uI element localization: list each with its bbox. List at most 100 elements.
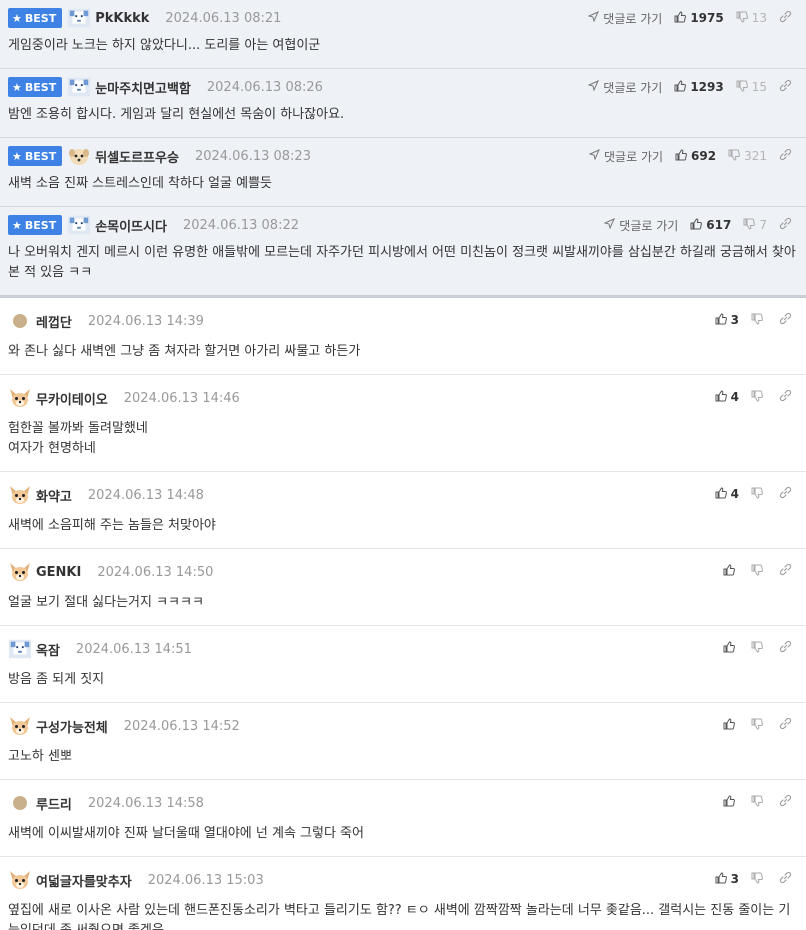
avatar-dot-avatar[interactable] [8,309,32,333]
link-button[interactable] [779,563,796,579]
goto-comment-button[interactable]: 댓글로 가기 [603,217,678,234]
avatar-pixel-avatar[interactable] [67,213,91,237]
best-label: BEST [24,149,57,163]
best-badge: ★ BEST [8,215,63,235]
avatar-chihuahua-avatar[interactable] [8,483,32,507]
downvote-button[interactable] [751,313,767,328]
upvote-button[interactable] [723,794,739,810]
goto-comment-button[interactable]: 댓글로 가기 [587,79,662,96]
star-icon: ★ [12,218,22,232]
thumbs-up-icon [723,563,739,579]
thumbs-up-icon [723,717,739,733]
nickname[interactable]: 뒤셀도르프우승 [95,147,179,166]
avatar-chihuahua-avatar[interactable] [8,386,32,410]
link-icon [779,148,796,164]
avatar-chihuahua-avatar[interactable] [8,560,32,584]
avatar-dog-avatar[interactable] [67,144,91,168]
arrow-icon [587,80,603,94]
avatar-pixel-avatar[interactable] [67,75,91,99]
comment-text: 얼굴 보기 절대 싫다는거지 ㅋㅋㅋㅋ [8,595,204,610]
comment-text: 옆집에 새로 이사온 사람 있는데 핸드폰진동소리가 벽타고 들리기도 함?? … [8,903,791,930]
nickname[interactable]: PkKkkk [95,11,149,26]
link-button[interactable] [779,148,796,164]
nickname[interactable]: 눈마주치면고백함 [95,78,191,97]
thumbs-up-icon [675,148,691,164]
thumbs-down-icon [751,872,767,887]
downvote-count: 13 [751,11,767,25]
link-button[interactable] [779,312,796,328]
link-button[interactable] [779,794,796,810]
best-label: BEST [24,11,57,25]
upvote-button[interactable] [723,563,739,579]
link-button[interactable] [779,79,796,95]
downvote-button[interactable] [751,390,767,405]
downvote-button[interactable] [751,795,767,810]
nickname[interactable]: 화약고 [36,486,72,505]
downvote-button[interactable]: 13 [736,11,767,26]
goto-comment-button[interactable]: 댓글로 가기 [587,10,662,27]
thumbs-up-icon [690,217,706,233]
downvote-button[interactable]: 321 [728,149,767,164]
upvote-button[interactable] [723,717,739,733]
nickname[interactable]: GENKI [36,565,81,580]
avatar-chihuahua-avatar[interactable] [8,868,32,892]
downvote-button[interactable] [751,564,767,579]
link-button[interactable] [779,486,796,502]
thumbs-up-icon [674,10,690,26]
link-button[interactable] [779,10,796,26]
comment-text: 험한꼴 볼까봐 돌려말했네 여자가 현명하네 [8,421,148,456]
upvote-button[interactable]: 1975 [674,10,724,26]
comment-date: 2024.06.13 08:22 [182,217,299,233]
downvote-button[interactable] [751,872,767,887]
comment-date: 2024.06.13 14:46 [123,390,240,406]
upvote-button[interactable]: 617 [690,217,731,233]
link-icon [779,717,796,733]
comment: 옥잠 2024.06.13 14:51 방음 좀 되게 짓지 [0,626,806,703]
downvote-button[interactable]: 15 [736,80,767,95]
arrow-icon [588,149,604,163]
link-button[interactable] [779,871,796,887]
upvote-button[interactable]: 1293 [674,79,724,95]
nickname[interactable]: 손목이뜨시다 [95,216,167,235]
star-icon: ★ [12,80,22,94]
nickname[interactable]: 루드리 [36,794,72,813]
upvote-button[interactable]: 4 [715,389,739,405]
upvote-button[interactable]: 3 [715,312,739,328]
thumbs-up-icon [715,486,731,502]
upvote-button[interactable]: 3 [715,871,739,887]
nickname[interactable]: 구성가능전체 [36,717,108,736]
downvote-button[interactable] [751,487,767,502]
comment: GENKI 2024.06.13 14:50 얼굴 보기 절대 싫다는거지 ㅋㅋㅋㅋ [0,549,806,626]
avatar-pixel-avatar[interactable] [67,6,91,30]
thumbs-up-icon [723,640,739,656]
avatar-pixel-avatar[interactable] [8,637,32,661]
link-icon [779,217,796,233]
star-icon: ★ [12,149,22,163]
nickname[interactable]: 여덟글자를맞추자 [36,871,132,890]
goto-label: 댓글로 가기 [604,149,664,164]
upvote-count: 692 [691,149,717,163]
downvote-button[interactable] [751,641,767,656]
downvote-button[interactable]: 7 [743,218,767,233]
upvote-button[interactable] [723,640,739,656]
link-icon [779,79,796,95]
downvote-button[interactable] [751,718,767,733]
nickname[interactable]: 옥잠 [36,640,60,659]
upvote-button[interactable]: 692 [675,148,717,164]
link-button[interactable] [779,717,796,733]
nickname[interactable]: 무카이테이오 [36,389,108,408]
link-button[interactable] [779,389,796,405]
goto-comment-button[interactable]: 댓글로 가기 [588,148,664,165]
comment-date: 2024.06.13 08:23 [194,148,311,164]
link-button[interactable] [779,217,796,233]
thumbs-down-icon [751,795,767,810]
thumbs-up-icon [715,312,731,328]
upvote-button[interactable]: 4 [715,486,739,502]
avatar-dot-avatar[interactable] [8,791,32,815]
avatar-chihuahua-avatar[interactable] [8,714,32,738]
nickname[interactable]: 레껍단 [36,312,72,331]
star-icon: ★ [12,11,22,25]
link-button[interactable] [779,640,796,656]
link-icon [779,10,796,26]
upvote-count: 3 [730,313,739,327]
